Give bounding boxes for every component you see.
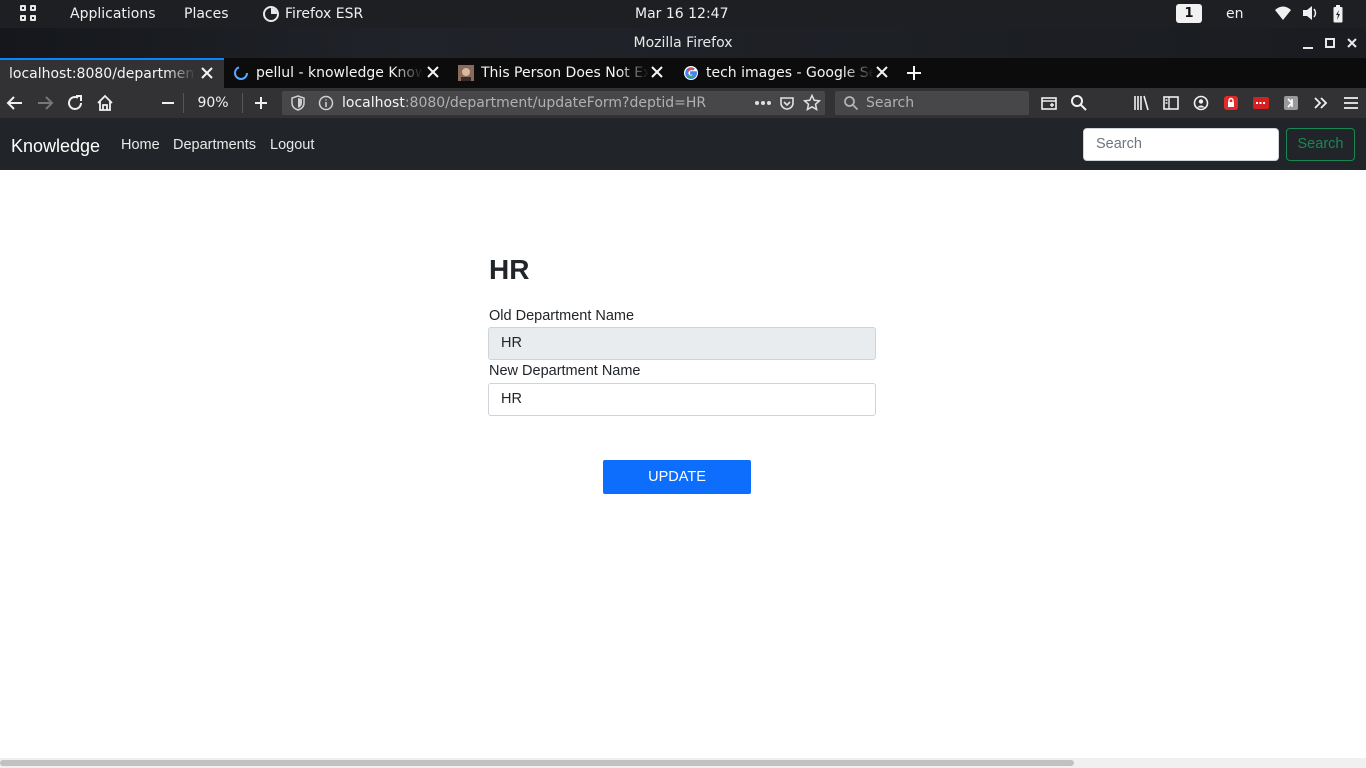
close-tab-icon[interactable] [651, 66, 663, 78]
old-department-name-field: HR [488, 327, 876, 360]
applications-menu[interactable]: Applications [70, 0, 156, 28]
old-department-name-value: HR [501, 335, 522, 351]
app-grid-icon[interactable] [20, 5, 38, 23]
container-tab-icon[interactable] [1039, 93, 1059, 113]
nav-link-logout[interactable]: Logout [270, 118, 314, 172]
update-button[interactable]: UPDATE [603, 460, 751, 494]
tab-department-update[interactable]: localhost:8080/department/ [0, 58, 224, 88]
tracking-shield-icon[interactable] [290, 95, 306, 111]
old-name-label: Old Department Name [489, 308, 635, 324]
active-app-menu[interactable]: Firefox ESR [285, 0, 363, 28]
magnifier-icon[interactable] [1069, 93, 1089, 113]
new-tab-icon[interactable] [906, 65, 922, 81]
keyboard-layout[interactable]: en [1226, 0, 1244, 28]
new-name-label: New Department Name [489, 363, 641, 379]
new-department-name-value: HR [501, 391, 522, 407]
search-placeholder: Search [866, 95, 915, 111]
site-brand[interactable]: Knowledge [11, 118, 100, 174]
site-search-input[interactable]: Search [1083, 128, 1279, 161]
url-host: localhost [342, 95, 405, 111]
library-icon[interactable] [1131, 93, 1151, 113]
maximize-icon[interactable] [1323, 36, 1337, 50]
tab-google-search[interactable]: tech images - Google Sea [674, 58, 898, 88]
clock[interactable]: Mar 16 12:47 [635, 0, 728, 28]
site-navbar: Knowledge Home Departments Logout Search… [0, 118, 1366, 170]
minimize-icon[interactable] [1301, 36, 1315, 50]
firefox-icon [263, 6, 279, 22]
close-tab-icon[interactable] [201, 67, 213, 79]
home-icon[interactable] [95, 93, 115, 113]
site-search-button[interactable]: Search [1286, 128, 1355, 161]
volume-icon[interactable] [1302, 5, 1320, 21]
extension-icon[interactable] [1281, 93, 1301, 113]
places-menu[interactable]: Places [184, 0, 229, 28]
close-tab-icon[interactable] [876, 66, 888, 78]
address-bar[interactable]: localhost:8080/department/updateForm?dep… [282, 91, 825, 115]
browser-search-bar[interactable]: Search [835, 91, 1029, 115]
battery-icon[interactable] [1333, 5, 1343, 23]
site-info-icon[interactable] [318, 95, 334, 111]
horizontal-scrollbar[interactable] [0, 758, 1366, 768]
zoom-in-icon[interactable] [251, 93, 271, 113]
bookmark-star-icon[interactable] [803, 94, 821, 112]
google-icon [684, 66, 698, 80]
window-title: Mozilla Firefox [633, 35, 733, 51]
page-content: HR Old Department Name HR New Department… [0, 170, 1366, 758]
zoom-level[interactable]: 90% [183, 93, 243, 113]
scrollbar-thumb[interactable] [0, 760, 1074, 766]
workspace-indicator[interactable]: 1 [1176, 4, 1202, 23]
close-window-icon[interactable] [1345, 36, 1359, 50]
nav-link-home[interactable]: Home [121, 118, 160, 172]
new-department-name-field[interactable]: HR [488, 383, 876, 416]
site-search-placeholder: Search [1096, 136, 1142, 152]
url-text: localhost:8080/department/updateForm?dep… [342, 91, 706, 115]
account-icon[interactable] [1191, 93, 1211, 113]
face-favicon-icon [458, 65, 474, 81]
back-icon[interactable] [5, 93, 25, 113]
url-path: :8080/department/updateForm?deptid=HR [404, 95, 707, 111]
page-title: HR [489, 254, 530, 285]
forward-icon[interactable] [35, 93, 55, 113]
loading-spinner-icon [234, 66, 248, 80]
privacy-extension-icon[interactable] [1221, 93, 1241, 113]
pocket-icon[interactable] [779, 95, 795, 111]
close-tab-icon[interactable] [427, 66, 439, 78]
zoom-out-icon[interactable] [158, 93, 178, 113]
hamburger-menu-icon[interactable] [1341, 93, 1361, 113]
password-manager-icon[interactable] [1251, 93, 1271, 113]
page-actions-icon[interactable] [754, 98, 772, 108]
tab-this-person-does-not-exist[interactable]: This Person Does Not Exi [449, 58, 673, 88]
overflow-chevrons-icon[interactable] [1311, 93, 1331, 113]
sidebar-icon[interactable] [1161, 93, 1181, 113]
system-top-bar: Applications Places Firefox ESR Mar 16 1… [0, 0, 1366, 28]
tab-strip: localhost:8080/department/ pellul - know… [0, 58, 1366, 88]
tab-pellul-knowledge[interactable]: pellul - knowledge Know [225, 58, 448, 88]
window-titlebar: Mozilla Firefox [0, 28, 1366, 58]
nav-link-departments[interactable]: Departments [173, 118, 256, 172]
navigation-toolbar: 90% localhost:8080/department/updateForm… [0, 88, 1366, 118]
search-icon [844, 96, 859, 111]
wifi-icon[interactable] [1274, 5, 1292, 21]
reload-icon[interactable] [65, 93, 85, 113]
